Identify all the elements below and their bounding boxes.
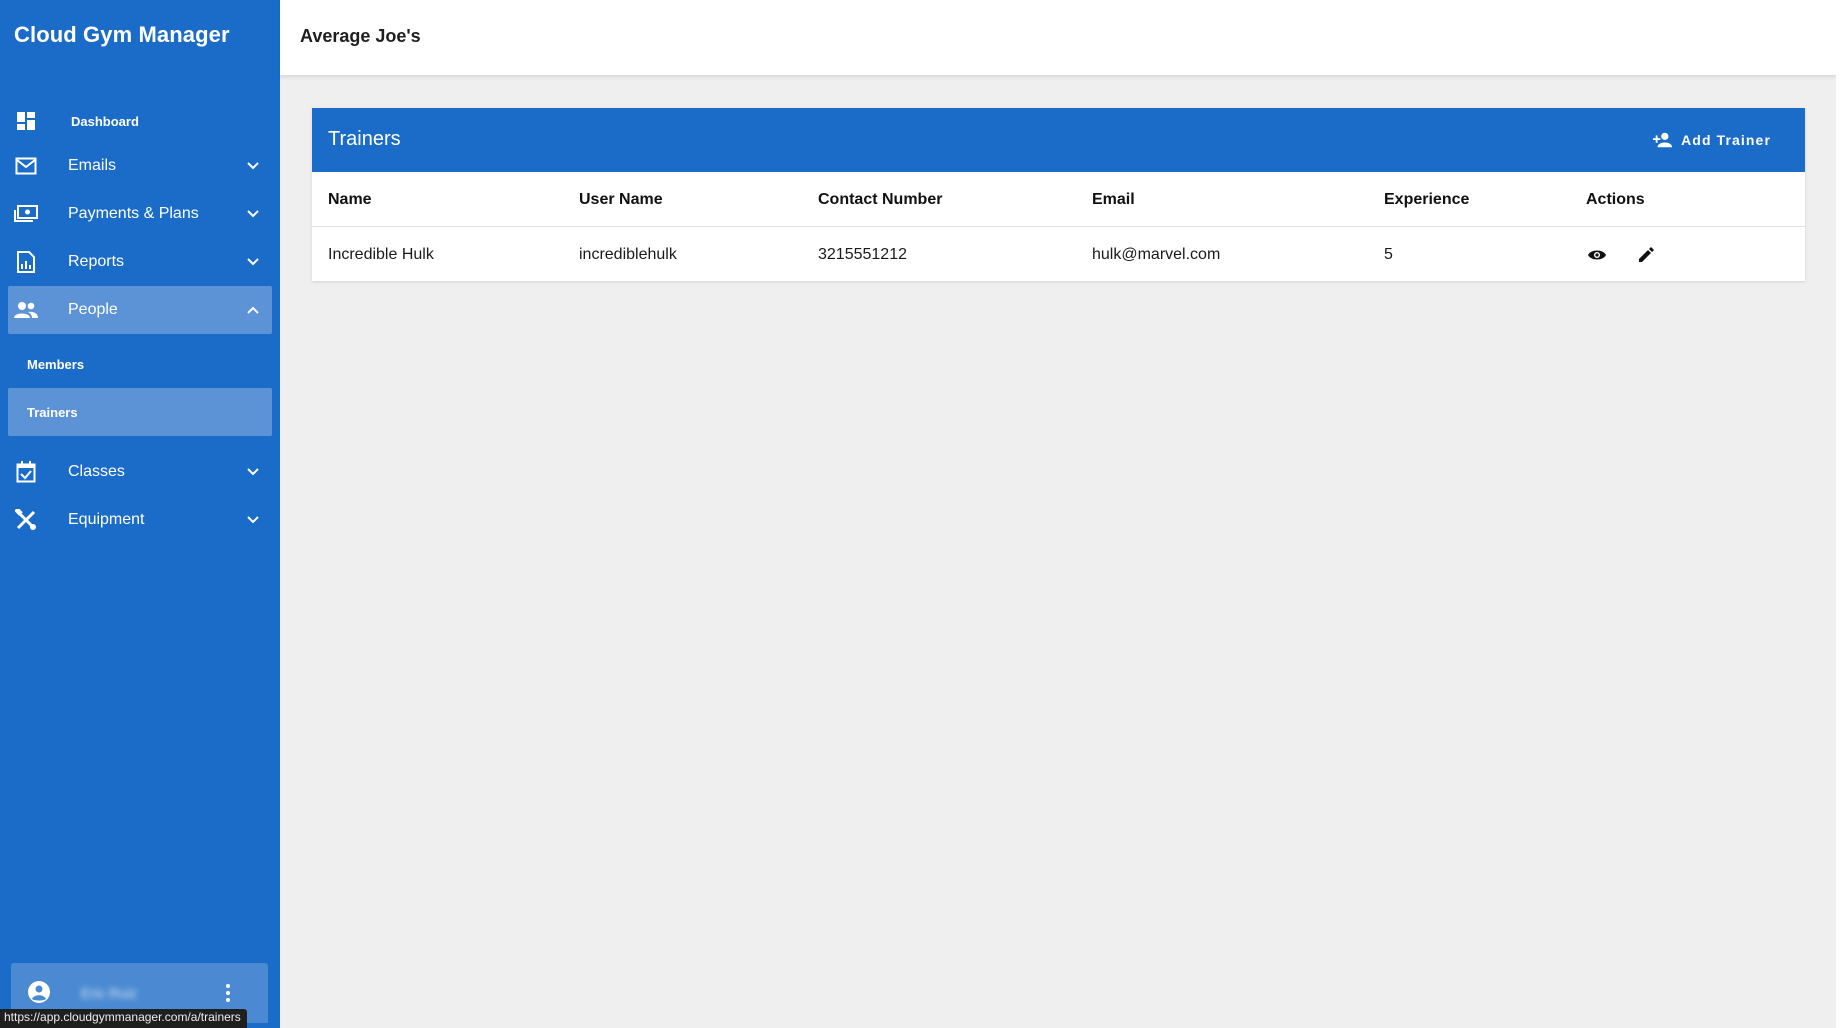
status-url: https://app.cloudgymmanager.com/a/traine… [0,1009,247,1028]
sidebar-item-label: Emails [68,157,117,174]
cell-email: hulk@marvel.com [1092,245,1221,263]
people-icon [14,298,38,322]
top-bar: Average Joe's [280,0,1836,75]
eye-icon [1588,250,1606,260]
sidebar-item-emails[interactable]: Emails [0,142,280,190]
sidebar-item-label: Dashboard [71,113,139,129]
sidebar-item-label: Payments & Plans [68,205,199,222]
dashboard-icon [14,109,38,133]
sidebar: Cloud Gym Manager Dashboard Emails Payme… [0,0,280,1028]
sidebar-item-label: Reports [68,253,125,270]
reports-icon [14,250,38,274]
sidebar-item-dashboard[interactable]: Dashboard [0,100,280,142]
gym-name: Average Joe's [300,26,421,46]
app-brand: Cloud Gym Manager [14,22,230,47]
payments-icon [14,202,38,226]
chevron-up-icon [247,306,259,314]
column-header-contact[interactable]: Contact Number [818,172,942,227]
chevron-down-icon [247,162,259,170]
chevron-down-icon [247,516,259,524]
sidebar-item-label: Classes [68,463,125,480]
column-header-email[interactable]: Email [1092,172,1135,227]
card-title: Trainers [328,128,401,150]
cell-username: incrediblehulk [579,245,677,263]
column-header-actions: Actions [1586,190,1645,208]
column-header-username[interactable]: User Name [579,172,663,227]
calendar-check-icon [14,460,38,484]
view-trainer-button[interactable] [1586,244,1608,266]
sidebar-item-payments[interactable]: Payments & Plans [0,190,280,238]
chevron-down-icon [247,210,259,218]
scrollbar-track [1836,0,1846,1028]
table-row: Incredible Hulk incrediblehulk 321555121… [312,227,1805,282]
mail-icon [14,154,38,178]
trainers-table: Name User Name Contact Number Email Expe… [312,172,1805,282]
column-header-name[interactable]: Name [328,172,372,227]
trainers-card: Trainers Add Trainer Name User Name Cont… [312,108,1805,281]
sidebar-item-label: People [68,301,118,318]
card-header: Trainers Add Trainer [312,108,1805,172]
chevron-down-icon [247,258,259,266]
account-circle-icon [28,981,50,1003]
sidebar-subitem-members[interactable]: Members [8,340,272,388]
user-name: Eric Ruiz [81,985,138,1001]
sidebar-item-label: Equipment [68,511,145,528]
sidebar-subitem-label: Trainers [27,404,78,420]
sidebar-subitem-label: Members [27,356,85,372]
edit-trainer-button[interactable] [1635,244,1657,266]
column-header-experience[interactable]: Experience [1384,172,1469,227]
sidebar-subitem-trainers[interactable]: Trainers [8,388,272,436]
cell-contact: 3215551212 [818,245,907,263]
more-vert-icon[interactable] [218,981,238,1005]
add-trainer-button[interactable]: Add Trainer [1645,124,1779,156]
sidebar-item-equipment[interactable]: Equipment [0,496,280,544]
pencil-icon [1639,247,1654,262]
add-trainer-label: Add Trainer [1681,132,1771,148]
tools-icon [14,508,38,532]
cell-name: Incredible Hulk [328,245,434,263]
sidebar-nav: Dashboard Emails Payments & Plans Report… [0,100,280,544]
sidebar-item-reports[interactable]: Reports [0,238,280,286]
sidebar-item-classes[interactable]: Classes [0,448,280,496]
sidebar-item-people[interactable]: People [8,286,272,334]
cell-experience: 5 [1384,245,1393,263]
chevron-down-icon [247,468,259,476]
person-add-icon [1653,132,1673,148]
table-header-row: Name User Name Contact Number Email Expe… [312,172,1805,227]
